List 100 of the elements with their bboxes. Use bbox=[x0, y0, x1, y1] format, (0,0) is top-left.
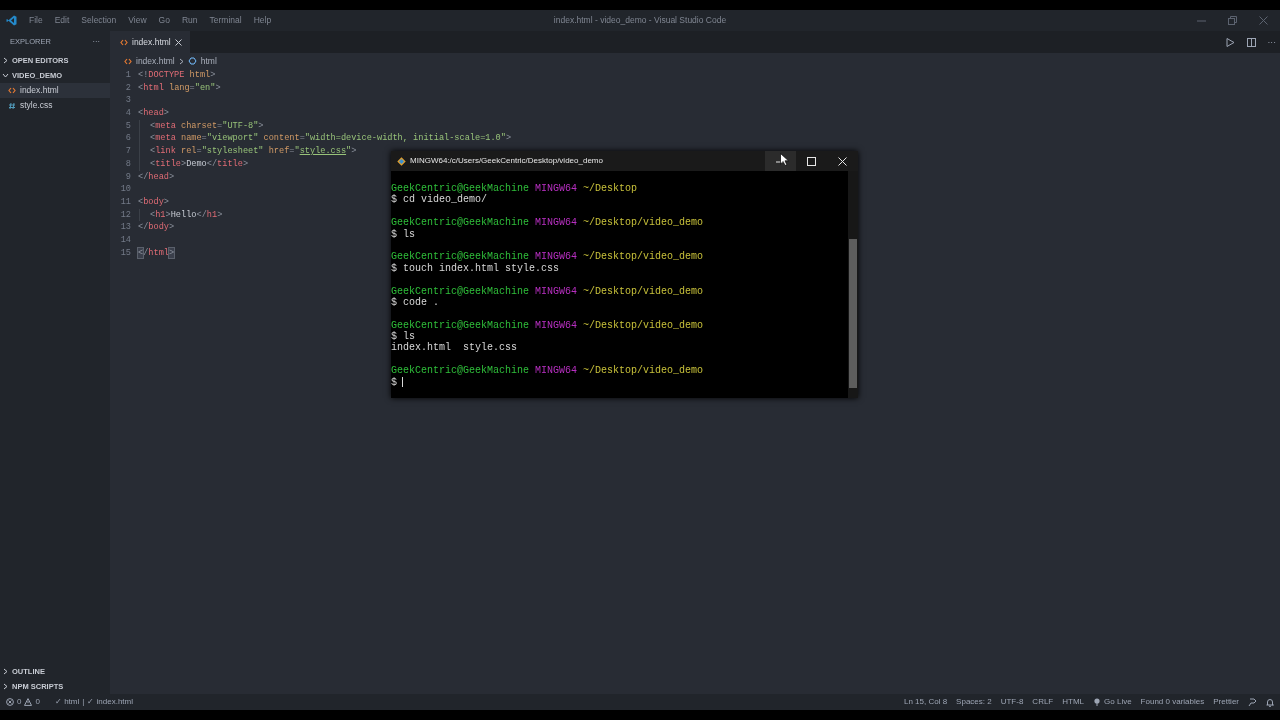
diamond-logo-icon bbox=[397, 156, 406, 166]
command-line: $ ls bbox=[391, 228, 416, 240]
line-number: 3 bbox=[124, 94, 132, 108]
prompt-line: GeekCentric@GeekMachine MINGW64 ~/Desktop/video_demo bbox=[391, 285, 705, 297]
status-item[interactable]: Found 0 variables bbox=[1140, 696, 1205, 708]
go-live-button[interactable]: Go Live bbox=[1093, 696, 1132, 708]
status-item[interactable]: | bbox=[82, 696, 85, 708]
line-number: 4 bbox=[124, 107, 132, 120]
error-count: 0 bbox=[17, 696, 22, 708]
prompt-line: GeekCentric@GeekMachine MINGW64 ~/Desktop bbox=[391, 183, 639, 194]
code-line: <head> bbox=[138, 107, 169, 120]
breadcrumb-label: index.html bbox=[136, 54, 175, 68]
file-name: index.html bbox=[20, 84, 59, 97]
close-icon bbox=[838, 156, 847, 166]
split-editor-icon[interactable] bbox=[1246, 37, 1256, 47]
explorer-file[interactable]: index.html bbox=[0, 83, 110, 98]
menu-item[interactable]: Run bbox=[175, 14, 204, 27]
chevron-right-icon bbox=[178, 57, 184, 65]
status-item[interactable]: HTML bbox=[1062, 696, 1085, 708]
menu-item[interactable]: Go bbox=[152, 14, 176, 27]
menu-item[interactable]: Help bbox=[247, 14, 278, 27]
chevron-right-icon bbox=[2, 57, 9, 64]
window-title: index.html - video_demo - Visual Studio Code bbox=[553, 14, 727, 27]
line-number: 15 bbox=[119, 246, 132, 260]
line-number: 8 bbox=[124, 157, 132, 171]
feedback-icon[interactable] bbox=[1248, 697, 1257, 707]
element-icon bbox=[187, 57, 197, 65]
app-logo-icon bbox=[6, 15, 17, 26]
command-line: $ cd video_demo/ bbox=[391, 194, 488, 206]
breadcrumb-item[interactable]: index.html bbox=[124, 54, 175, 68]
scroll-thumb[interactable] bbox=[849, 239, 857, 388]
code-line: <html lang="en"> bbox=[138, 81, 221, 95]
code-line: <h1>Hello</h1> bbox=[150, 208, 223, 222]
code-brackets-icon bbox=[124, 57, 132, 65]
status-item[interactable]: CRLF bbox=[1032, 696, 1054, 708]
status-item[interactable]: Ln 15, Col 8 bbox=[903, 696, 948, 708]
code-line: <!DOCTYPE html> bbox=[138, 69, 216, 82]
play-icon[interactable] bbox=[1225, 37, 1235, 47]
prompt-line: GeekCentric@GeekMachine MINGW64 ~/Desktop/video_demo bbox=[391, 217, 705, 229]
code-line: <body> bbox=[138, 195, 169, 209]
status-item[interactable]: ✓ html bbox=[54, 696, 80, 708]
prompt-line: GeekCentric@GeekMachine MINGW64 ~/Desktop/video_demo bbox=[391, 319, 705, 331]
hash-icon bbox=[8, 101, 16, 110]
command-line: $ code . bbox=[391, 296, 440, 309]
go-live-label: Go Live bbox=[1104, 696, 1132, 708]
menu-item[interactable]: Selection bbox=[75, 14, 123, 27]
command-line: $ touch index.html style.css bbox=[391, 262, 561, 275]
line-number: 1 bbox=[124, 69, 132, 82]
mouse-pointer-icon bbox=[780, 153, 789, 166]
line-number: 13 bbox=[119, 221, 132, 234]
status-item[interactable]: Prettier bbox=[1213, 696, 1239, 708]
chevron-right-icon bbox=[2, 683, 9, 690]
more-actions-button[interactable]: ··· bbox=[1267, 35, 1276, 49]
command-line: $ ls bbox=[391, 331, 415, 343]
terminal-title: MINGW64:/c/Users/GeekCentric/Desktop/video_demo bbox=[410, 155, 603, 167]
line-number: 5 bbox=[124, 119, 132, 133]
breadcrumb-item[interactable]: html bbox=[187, 54, 217, 68]
warning-count: 0 bbox=[35, 696, 40, 708]
menu-item[interactable]: View bbox=[122, 14, 153, 27]
code-line: <meta charset="UTF-8"> bbox=[150, 119, 264, 133]
command-output: index.html style.css bbox=[391, 342, 519, 354]
line-number: 7 bbox=[124, 145, 132, 158]
code-brackets-icon bbox=[120, 38, 128, 46]
status-item[interactable]: UTF-8 bbox=[1000, 696, 1024, 708]
code-line: <meta name="viewport" content="width=device-width, initial-scale=1.0"> bbox=[150, 132, 512, 146]
input-prompt: $ bbox=[391, 376, 397, 389]
chevron-down-icon bbox=[2, 72, 9, 79]
prompt-line: GeekCentric@GeekMachine MINGW64 ~/Desktop/video_demo bbox=[391, 365, 705, 377]
status-item[interactable]: Spaces: 2 bbox=[956, 696, 992, 708]
line-number: 2 bbox=[124, 81, 132, 95]
line-number: 6 bbox=[124, 132, 132, 146]
code-line: <title>Demo</title> bbox=[150, 157, 249, 171]
tab-label: index.html bbox=[132, 35, 171, 49]
minimize-button[interactable] bbox=[765, 151, 796, 171]
line-number: 11 bbox=[119, 195, 132, 209]
menu-item[interactable]: Edit bbox=[48, 14, 76, 27]
chevron-right-icon bbox=[2, 668, 9, 675]
scrollbar[interactable] bbox=[848, 171, 858, 398]
code-line: <link rel="stylesheet" href="style.css"> bbox=[150, 145, 357, 158]
code-brackets-icon bbox=[8, 87, 16, 94]
warning-icon bbox=[24, 698, 33, 706]
maximize-icon bbox=[807, 156, 816, 166]
status-item[interactable]: ✓ index.html bbox=[87, 696, 133, 708]
code-line: </head> bbox=[138, 170, 175, 184]
bell-icon[interactable] bbox=[1266, 697, 1274, 707]
file-name: style.css bbox=[20, 99, 53, 112]
menu-item[interactable]: Terminal bbox=[203, 14, 248, 27]
code-line: </html> bbox=[138, 246, 175, 260]
restore-icon[interactable] bbox=[1228, 16, 1237, 25]
text-cursor bbox=[402, 377, 403, 388]
prompt-line: GeekCentric@GeekMachine MINGW64 ~/Desktop/video_demo bbox=[391, 251, 705, 263]
explorer-file[interactable]: style.css bbox=[0, 98, 110, 113]
line-number: 14 bbox=[119, 233, 132, 247]
menu-item[interactable]: File bbox=[23, 14, 49, 27]
line-number: 9 bbox=[124, 170, 132, 184]
code-line: </body> bbox=[138, 221, 175, 234]
editor-tab[interactable]: index.html bbox=[110, 31, 190, 53]
line-number: 10 bbox=[119, 183, 132, 196]
problems-indicator[interactable]: 0 0 bbox=[6, 696, 40, 708]
line-number: 12 bbox=[119, 208, 132, 222]
